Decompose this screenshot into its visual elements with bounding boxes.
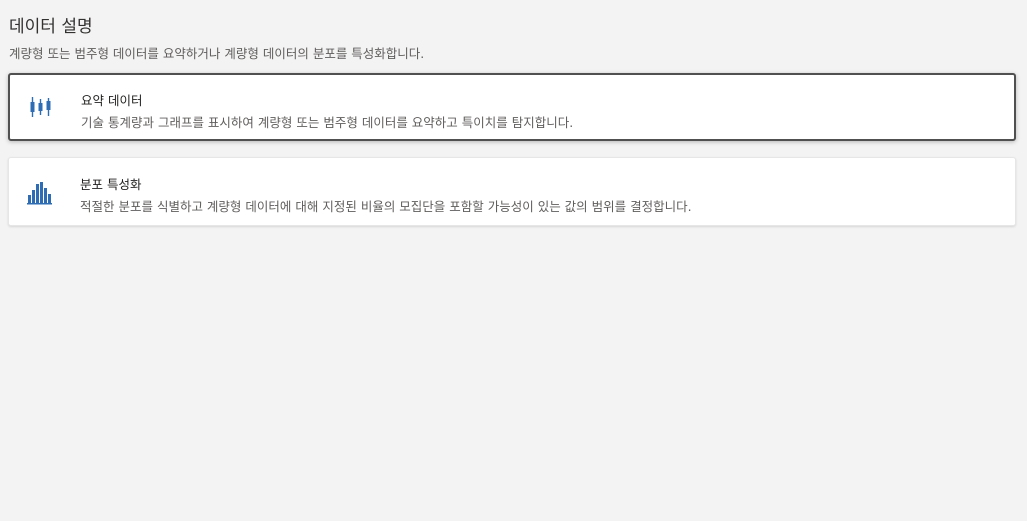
- option-card-summarize-data[interactable]: 요약 데이터 기술 통계량과 그래프를 표시하여 계량형 또는 범주형 데이터를…: [8, 73, 1016, 141]
- option-title: 요약 데이터: [81, 93, 143, 108]
- histogram-icon: [27, 179, 53, 205]
- option-card-characterize-distribution[interactable]: 분포 특성화 적절한 분포를 식별하고 계량형 데이터에 대해 지정된 비율의 …: [8, 157, 1016, 226]
- candlestick-chart-icon: [28, 94, 54, 120]
- page-subtitle: 계량형 또는 범주형 데이터를 요약하거나 계량형 데이터의 분포를 특성화합니…: [9, 46, 425, 61]
- page-title: 데이터 설명: [9, 17, 93, 37]
- option-title: 분포 특성화: [80, 177, 142, 192]
- option-description: 적절한 분포를 식별하고 계량형 데이터에 대해 지정된 비율의 모집단을 포함…: [80, 199, 692, 214]
- option-description: 기술 통계량과 그래프를 표시하여 계량형 또는 범주형 데이터를 요약하고 특…: [81, 115, 574, 130]
